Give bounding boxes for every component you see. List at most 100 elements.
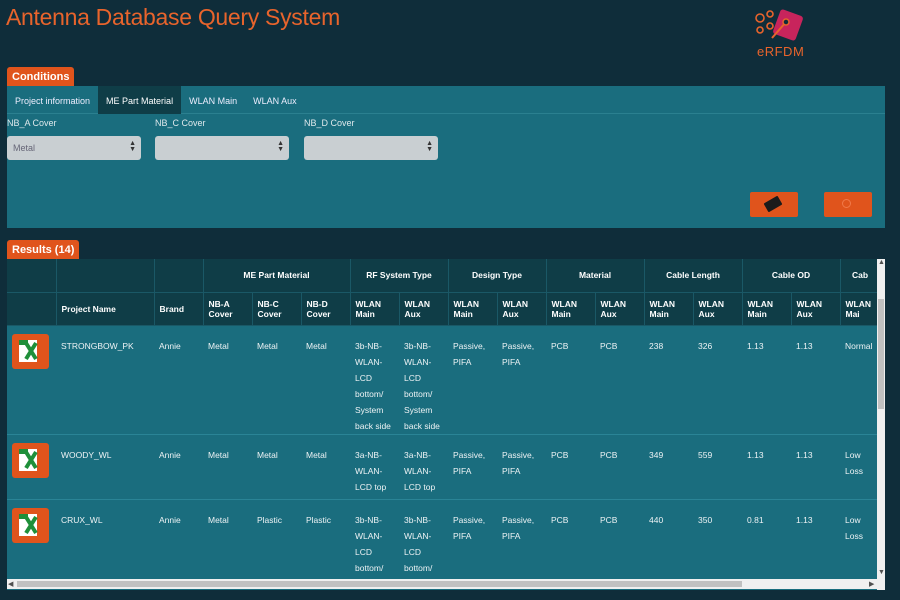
column-header[interactable]: WLAN Main (350, 292, 400, 326)
cell: 3b-NB-WLAN-LCD bottom/ System back side (350, 325, 399, 435)
group-header-me-part-material: ME Part Material (203, 259, 351, 293)
cell: 440 (644, 499, 693, 590)
conditions-tabbar: Project information ME Part Material WLA… (7, 86, 885, 114)
cell-project-name: CRUX_WL (56, 499, 154, 590)
column-header[interactable]: NB-C Cover (252, 292, 302, 326)
cell: 0.81 (742, 499, 791, 590)
excel-icon[interactable] (12, 333, 49, 369)
column-header[interactable]: WLAN Aux (791, 292, 841, 326)
cell: Metal (252, 434, 301, 500)
eraser-icon (763, 195, 783, 213)
search-button[interactable] (824, 192, 872, 217)
scroll-up-icon[interactable]: ▲ (878, 259, 885, 266)
cell: PCB (595, 434, 644, 500)
horizontal-scrollbar[interactable]: ◀ ▶ (7, 579, 877, 589)
scroll-down-icon[interactable]: ▼ (878, 569, 885, 576)
clear-button[interactable] (750, 192, 798, 217)
select-arrows-icon: ▲ ▼ (277, 140, 284, 153)
scroll-left-icon[interactable]: ◀ (8, 580, 13, 588)
logo-text: eRFDM (757, 44, 805, 59)
group-header-cable-od: Cable OD (742, 259, 841, 293)
cell-brand: Annie (154, 434, 203, 500)
scroll-right-icon[interactable]: ▶ (869, 580, 874, 588)
cell: Metal (203, 499, 252, 590)
cell: 1.13 (742, 434, 791, 500)
cell: PCB (546, 499, 595, 590)
nb-d-cover-select[interactable]: ▲ ▼ (304, 136, 438, 160)
results-panel: ME Part Material RF System Type Design T… (7, 259, 885, 590)
table-row: STRONGBOW_PK Annie Metal Metal Metal 3b-… (7, 325, 880, 435)
cell: Metal (252, 325, 301, 435)
header-empty (7, 259, 57, 293)
excel-icon[interactable] (12, 442, 49, 478)
cell: 238 (644, 325, 693, 435)
results-label: Results (14) (7, 240, 80, 259)
nb-a-cover-select[interactable]: Metal ▲ ▼ (7, 136, 141, 160)
header-empty (56, 259, 155, 293)
nb-c-cover-label: NB_C Cover (155, 118, 206, 128)
column-header[interactable]: Project Name (56, 292, 155, 326)
table-row: WOODY_WL Annie Metal Metal Metal 3a-NB-W… (7, 434, 880, 500)
cell: Passive, PIFA (448, 325, 497, 435)
nb-a-cover-label: NB_A Cover (7, 118, 57, 128)
column-header[interactable]: WLAN Aux (497, 292, 547, 326)
tab-me-part-material[interactable]: ME Part Material (98, 86, 182, 114)
cell: Metal (203, 325, 252, 435)
cell: PCB (546, 434, 595, 500)
group-header-material: Material (546, 259, 645, 293)
cell-brand: Annie (154, 325, 203, 435)
column-header[interactable]: WLAN Main (644, 292, 694, 326)
conditions-label: Conditions (7, 67, 75, 86)
horizontal-scrollbar-thumb[interactable] (17, 581, 742, 587)
cell: PCB (595, 499, 644, 590)
group-header-cable-type: Cab (840, 259, 881, 293)
cell: Passive, PIFA (497, 434, 546, 500)
column-header[interactable]: WLAN Main (546, 292, 596, 326)
tab-project-information[interactable]: Project information (7, 86, 98, 114)
cell: Low Loss (840, 499, 880, 590)
column-header[interactable]: Brand (154, 292, 204, 326)
column-header[interactable]: WLAN Mai (840, 292, 881, 326)
cell: 3b-NB-WLAN-LCD bottom/ System back side (350, 499, 399, 590)
cell: Passive, PIFA (497, 499, 546, 590)
group-header-cable-length: Cable Length (644, 259, 743, 293)
column-header[interactable]: WLAN Aux (595, 292, 645, 326)
cell: Normal (840, 325, 880, 435)
search-icon (842, 199, 851, 208)
cell: Metal (301, 434, 350, 500)
cell: 1.13 (742, 325, 791, 435)
app-title: Antenna Database Query System (6, 4, 340, 30)
cell: 3b-NB-WLAN-LCD bottom/ System back side (399, 499, 448, 590)
column-header[interactable]: WLAN Aux (399, 292, 449, 326)
cell: Passive, PIFA (497, 325, 546, 435)
column-header[interactable]: WLAN Aux (693, 292, 743, 326)
cell-project-name: STRONGBOW_PK (56, 325, 154, 435)
cell: 1.13 (791, 499, 840, 590)
excel-download-cell[interactable] (7, 325, 56, 435)
results-table: ME Part Material RF System Type Design T… (7, 259, 881, 590)
tab-wlan-main[interactable]: WLAN Main (181, 86, 245, 114)
column-header[interactable]: WLAN Main (742, 292, 792, 326)
excel-download-cell[interactable] (7, 434, 56, 500)
nb-c-cover-select[interactable]: ▲ ▼ (155, 136, 289, 160)
group-header-design-type: Design Type (448, 259, 547, 293)
header-empty (154, 259, 204, 293)
cell: 3a-NB-WLAN-LCD top (399, 434, 448, 500)
vertical-scrollbar[interactable]: ▲ ▼ (877, 259, 885, 590)
column-header[interactable]: WLAN Main (448, 292, 498, 326)
excel-download-cell[interactable] (7, 499, 56, 590)
vertical-scrollbar-thumb[interactable] (878, 299, 884, 409)
cell: Metal (203, 434, 252, 500)
header-icon-column (7, 292, 57, 326)
cell-project-name: WOODY_WL (56, 434, 154, 500)
cell: Plastic (301, 499, 350, 590)
cell: 1.13 (791, 434, 840, 500)
excel-icon[interactable] (12, 507, 49, 543)
column-header[interactable]: NB-A Cover (203, 292, 253, 326)
cell: 3a-NB-WLAN-LCD top (350, 434, 399, 500)
cell: Passive, PIFA (448, 499, 497, 590)
column-header[interactable]: NB-D Cover (301, 292, 351, 326)
tab-wlan-aux[interactable]: WLAN Aux (245, 86, 305, 114)
cell: 3b-NB-WLAN-LCD bottom/ System back side (399, 325, 448, 435)
cell: Plastic (252, 499, 301, 590)
